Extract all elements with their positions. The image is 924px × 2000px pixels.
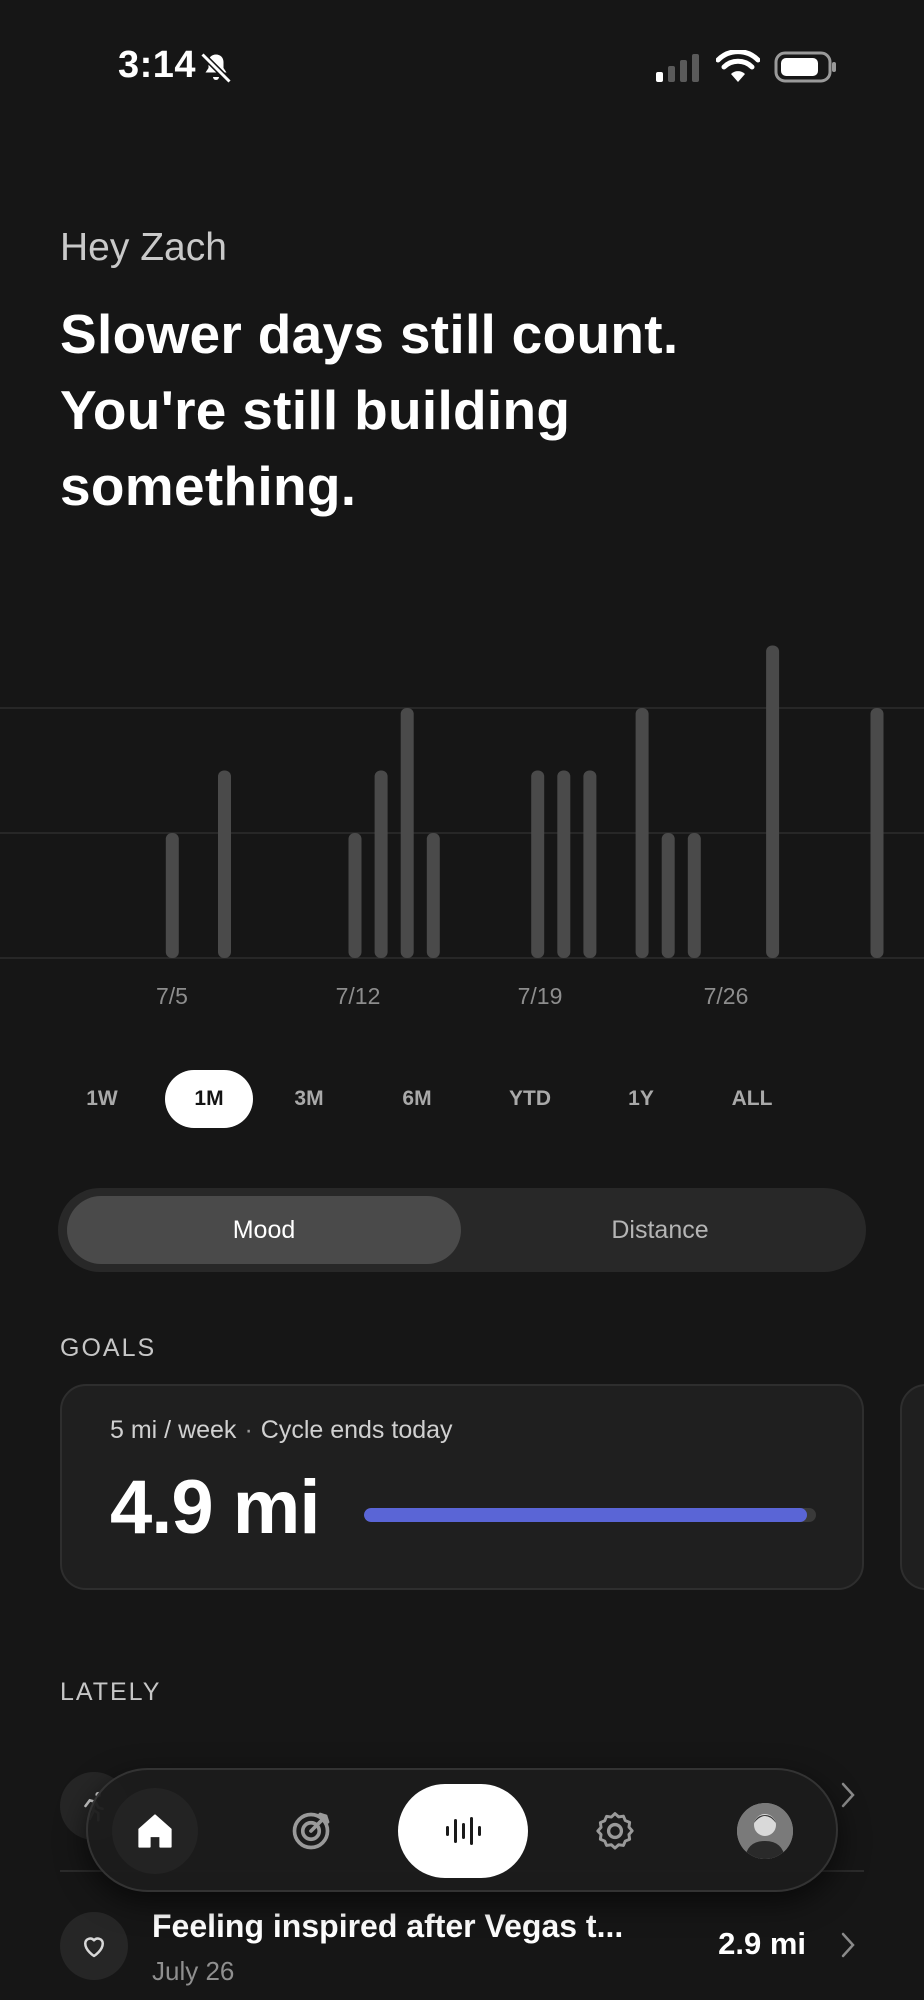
record-tab[interactable] bbox=[398, 1784, 528, 1878]
range-all[interactable]: ALL bbox=[702, 1070, 802, 1128]
range-1w[interactable]: 1W bbox=[50, 1070, 154, 1128]
avatar bbox=[737, 1803, 793, 1859]
mood-chart: 7/5 7/12 7/19 7/26 bbox=[0, 645, 924, 1009]
chart-bar bbox=[374, 770, 388, 958]
settings-tab[interactable] bbox=[572, 1788, 658, 1874]
chart-tick-label: 7/12 bbox=[336, 983, 381, 1009]
profile-tab[interactable] bbox=[722, 1788, 808, 1874]
wifi-icon bbox=[716, 50, 760, 82]
chart-tick-label: 7/26 bbox=[704, 983, 749, 1009]
range-selector: 1W 1M 3M 6M YTD 1Y ALL bbox=[50, 1070, 810, 1130]
home-tab[interactable] bbox=[112, 1788, 198, 1874]
goal-target: 5 mi / week bbox=[110, 1416, 237, 1444]
range-6m[interactable]: 6M bbox=[373, 1070, 461, 1128]
range-ytd[interactable]: YTD bbox=[480, 1070, 580, 1128]
chart-bar bbox=[348, 833, 362, 958]
heart-icon bbox=[60, 1912, 128, 1980]
bottom-tab-bar bbox=[86, 1768, 838, 1892]
goal-progress-track bbox=[364, 1508, 816, 1522]
range-1m[interactable]: 1M bbox=[165, 1070, 253, 1128]
range-3m[interactable]: 3M bbox=[265, 1070, 353, 1128]
mood-tab[interactable]: Mood bbox=[67, 1196, 461, 1264]
chart-tick-label: 7/5 bbox=[156, 983, 188, 1009]
chevron-right-icon bbox=[841, 1932, 855, 1958]
chart-bar bbox=[218, 770, 231, 958]
list-item-date: July 26 bbox=[152, 1956, 235, 1986]
list-item[interactable]: Feeling inspired after Vegas t... July 2… bbox=[60, 1874, 864, 2000]
chart-bar bbox=[531, 770, 545, 958]
goal-card-next[interactable] bbox=[900, 1384, 924, 1590]
chart-bar bbox=[870, 708, 884, 958]
goal-separator: · bbox=[244, 1416, 253, 1444]
distance-tab[interactable]: Distance bbox=[463, 1196, 857, 1264]
metric-toggle: Mood Distance bbox=[58, 1188, 866, 1272]
gear-icon bbox=[596, 1812, 634, 1850]
chart-tick-label: 7/19 bbox=[518, 983, 563, 1009]
goal-cycle: Cycle ends today bbox=[260, 1416, 453, 1444]
waveform-icon bbox=[446, 1817, 481, 1845]
chart-bar bbox=[400, 708, 414, 958]
home-icon bbox=[138, 1814, 172, 1848]
goals-section-title: GOALS bbox=[60, 1334, 157, 1362]
list-item-title: Feeling inspired after Vegas t... bbox=[152, 1908, 624, 1944]
goals-tab[interactable] bbox=[268, 1788, 354, 1874]
range-1y[interactable]: 1Y bbox=[597, 1070, 685, 1128]
status-bar: 3:14 bbox=[0, 0, 924, 130]
chart-bar bbox=[426, 833, 440, 958]
list-item-value: 2.9 mi bbox=[718, 1926, 806, 1961]
signal-icon bbox=[656, 54, 699, 82]
chart-bar bbox=[687, 833, 701, 958]
goal-card[interactable]: 5 mi / week · Cycle ends today 4.9 mi bbox=[60, 1384, 864, 1590]
goal-progress-fill bbox=[364, 1508, 807, 1522]
goal-meta: 5 mi / week · Cycle ends today bbox=[110, 1416, 453, 1445]
goal-value: 4.9 mi bbox=[110, 1465, 320, 1550]
battery-icon bbox=[774, 51, 836, 83]
chart-bar bbox=[583, 770, 597, 958]
target-icon bbox=[292, 1812, 330, 1850]
lately-section-title: LATELY bbox=[60, 1678, 162, 1706]
headline: Slower days still count. You're still bu… bbox=[60, 303, 679, 517]
chart-bar bbox=[635, 708, 649, 958]
status-time: 3:14 bbox=[118, 44, 197, 86]
chart-bar bbox=[661, 833, 675, 958]
greeting: Hey Zach bbox=[60, 226, 227, 269]
chart-bar bbox=[766, 645, 780, 958]
chart-bar bbox=[557, 770, 571, 958]
chevron-right-icon bbox=[841, 1782, 855, 1808]
bell-off-icon bbox=[200, 52, 232, 84]
chart-bar bbox=[165, 833, 179, 958]
